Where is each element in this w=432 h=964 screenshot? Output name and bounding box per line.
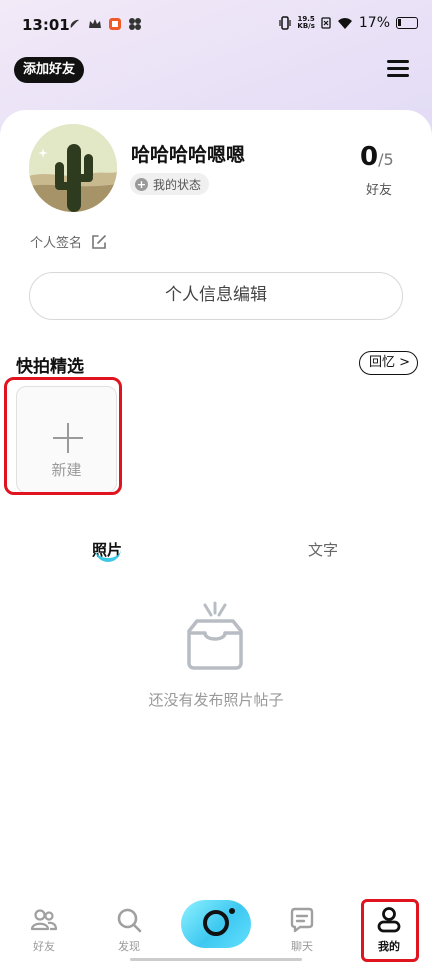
friend-count-value: 0	[360, 142, 379, 172]
chat-icon	[290, 907, 314, 933]
nav-chat-label: 聊天	[291, 940, 313, 953]
battery-percent: 17%	[358, 15, 390, 31]
wifi-icon	[337, 17, 352, 29]
signature-row[interactable]: 个人签名	[30, 232, 108, 251]
signature-label: 个人签名	[30, 236, 83, 251]
status-notification-icons	[68, 17, 142, 31]
menu-icon[interactable]	[387, 60, 409, 80]
app-badge-icon	[109, 18, 121, 30]
camera-icon	[203, 910, 229, 936]
network-speed-unit: KB/s	[297, 22, 315, 30]
nav-friends[interactable]: 好友	[14, 906, 74, 954]
no-sim-icon	[321, 17, 331, 29]
camera-dot	[229, 908, 235, 914]
vibrate-icon	[279, 16, 291, 30]
empty-inbox-icon	[187, 601, 243, 670]
nav-friends-label: 好友	[33, 940, 55, 953]
status-time: 13:01	[22, 16, 70, 34]
crown-icon	[89, 19, 101, 28]
empty-state-message: 还没有发布照片帖子	[148, 691, 284, 709]
search-icon	[117, 908, 142, 933]
tab-text[interactable]: 文字	[308, 539, 338, 560]
camera-button[interactable]	[181, 900, 251, 948]
home-indicator[interactable]	[130, 958, 302, 961]
friend-label[interactable]: 好友	[366, 179, 392, 198]
quick-snap-title: 快拍精选	[16, 357, 84, 377]
nav-chat[interactable]: 聊天	[272, 906, 332, 954]
avatar[interactable]	[29, 124, 117, 212]
clover-icon	[129, 18, 141, 30]
my-status-button[interactable]: + 我的状态	[130, 173, 210, 195]
nav-discover-label: 发现	[118, 940, 140, 953]
friend-count[interactable]: 0/5	[360, 142, 394, 172]
highlight-box-me	[361, 899, 419, 962]
friend-limit: /5	[378, 150, 394, 169]
highlight-box-new	[4, 377, 122, 495]
memory-button[interactable]: 回忆 >	[359, 351, 419, 375]
cactus-avatar-image	[29, 124, 117, 212]
add-friend-button[interactable]: 添加好友	[14, 57, 85, 83]
my-status-label: 我的状态	[153, 177, 202, 192]
nav-discover[interactable]: 发现	[99, 906, 159, 954]
edit-profile-button[interactable]: 个人信息编辑	[29, 272, 403, 320]
status-bar: 13:01 19.5 KB/s 17%	[0, 0, 432, 50]
status-system-icons: 19.5 KB/s 17%	[279, 15, 418, 31]
swirl-icon	[70, 19, 79, 28]
network-speed: 19.5 KB/s	[297, 16, 314, 30]
add-circle-icon: +	[135, 177, 148, 191]
edit-icon[interactable]	[90, 233, 108, 251]
username: 哈哈哈哈嗯嗯	[131, 144, 246, 166]
battery-icon	[396, 17, 418, 29]
friends-icon	[30, 909, 58, 931]
